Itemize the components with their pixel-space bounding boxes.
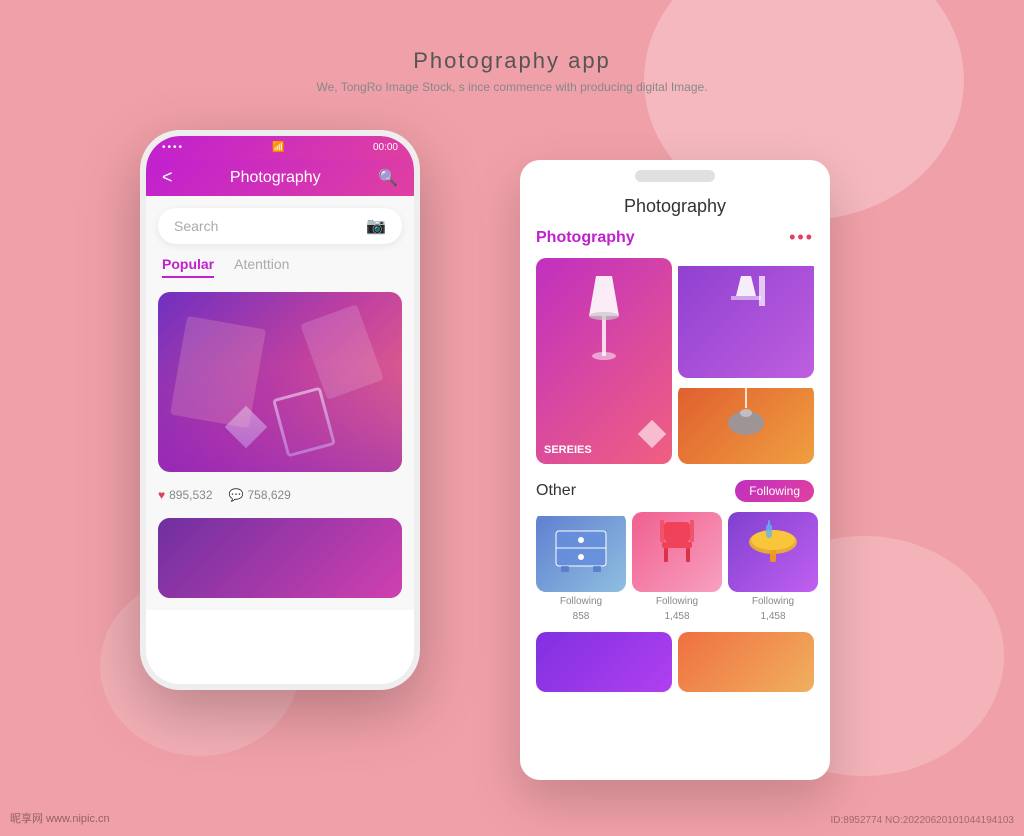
likes-stat: ♥ 895,532 [158,488,213,502]
phone2-top-bar [635,170,715,182]
section1-dots[interactable]: ••• [789,227,814,248]
comment-icon: 💬 [229,488,244,502]
item-label-2: Following [656,596,698,607]
watermark: 昵享网 www.nipic.cn [10,810,110,826]
comments-stat: 💬 758,629 [229,488,291,502]
page-subtitle: We, TongRo Image Stock, s ince commence … [316,80,707,94]
table-svg [738,512,808,572]
page-title: Photography app [413,48,611,74]
wifi-icon: 📶 [272,142,284,153]
item-card-1[interactable]: Following 858 [536,512,626,622]
lamp-svg [574,266,634,366]
nav-title: Photography [230,169,321,187]
id-info: ID:8952774 NO:20220620101044194103 [831,815,1015,826]
wall-lamp-svg [721,266,771,326]
phone1-status-bar: •••• 📶 00:00 [146,136,414,159]
bottom-tile-orange [678,632,814,692]
tabs-row: Popular Atenttion [158,256,402,278]
search-placeholder: Search [174,218,218,234]
series-label: SEREIES [544,444,592,456]
watermark-text: 昵享网 www.nipic.cn [10,813,110,825]
bottom-tiles [536,632,814,692]
following-button[interactable]: Following [735,480,814,502]
phone1-device: •••• 📶 00:00 < Photography 🔍 Search 📷 Po… [140,130,420,690]
photo-cell-wall-lamp[interactable] [678,258,814,378]
items-grid: Following 858 [536,512,814,622]
search-bar[interactable]: Search 📷 [158,208,402,244]
phone2-body: Photography ••• SEREIES [520,227,830,692]
phone1-navbar: < Photography 🔍 [146,159,414,196]
photo-grid: SEREIES [536,258,814,464]
item-img-1 [536,512,626,592]
bottom-preview-image [158,518,402,598]
item-img-3 [728,512,818,592]
item-count-2: 1,458 [664,611,689,622]
section1-title: Photography [536,229,635,247]
dresser-svg [546,516,616,576]
item-count-1: 858 [573,611,590,622]
section2-header: Other Following [536,480,814,502]
phone2-title: Photography [520,182,830,227]
search-icon[interactable]: 🔍 [378,168,398,188]
chair-svg [642,512,712,572]
item-label-3: Following [752,596,794,607]
stats-row: ♥ 895,532 💬 758,629 [158,484,402,506]
section2-title: Other [536,482,576,500]
item-img-2 [632,512,722,592]
tab-popular[interactable]: Popular [162,256,214,278]
item-card-2[interactable]: Following 1,458 [632,512,722,622]
camera-icon[interactable]: 📷 [366,216,386,236]
item-card-3[interactable]: Following 1,458 [728,512,818,622]
item-count-3: 1,458 [760,611,785,622]
phone1-body: Search 📷 Popular Atenttion ♥ [146,196,414,610]
photo-cell-pendant-lamp[interactable] [678,384,814,464]
pendant-lamp-svg [721,388,771,448]
tab-attention[interactable]: Atenttion [234,256,289,278]
photo-cell-lamp[interactable]: SEREIES [536,258,672,464]
item-label-1: Following [560,596,602,607]
bottom-tile-purple [536,632,672,692]
signal-dots: •••• [162,142,184,153]
phone2-device: Photography Photography ••• [520,160,830,780]
comments-count: 758,629 [247,488,290,502]
featured-image [158,292,402,472]
heart-icon: ♥ [158,488,165,502]
section1-header: Photography ••• [536,227,814,248]
status-time: 00:00 [373,142,398,153]
back-button[interactable]: < [162,167,173,188]
likes-count: 895,532 [169,488,212,502]
